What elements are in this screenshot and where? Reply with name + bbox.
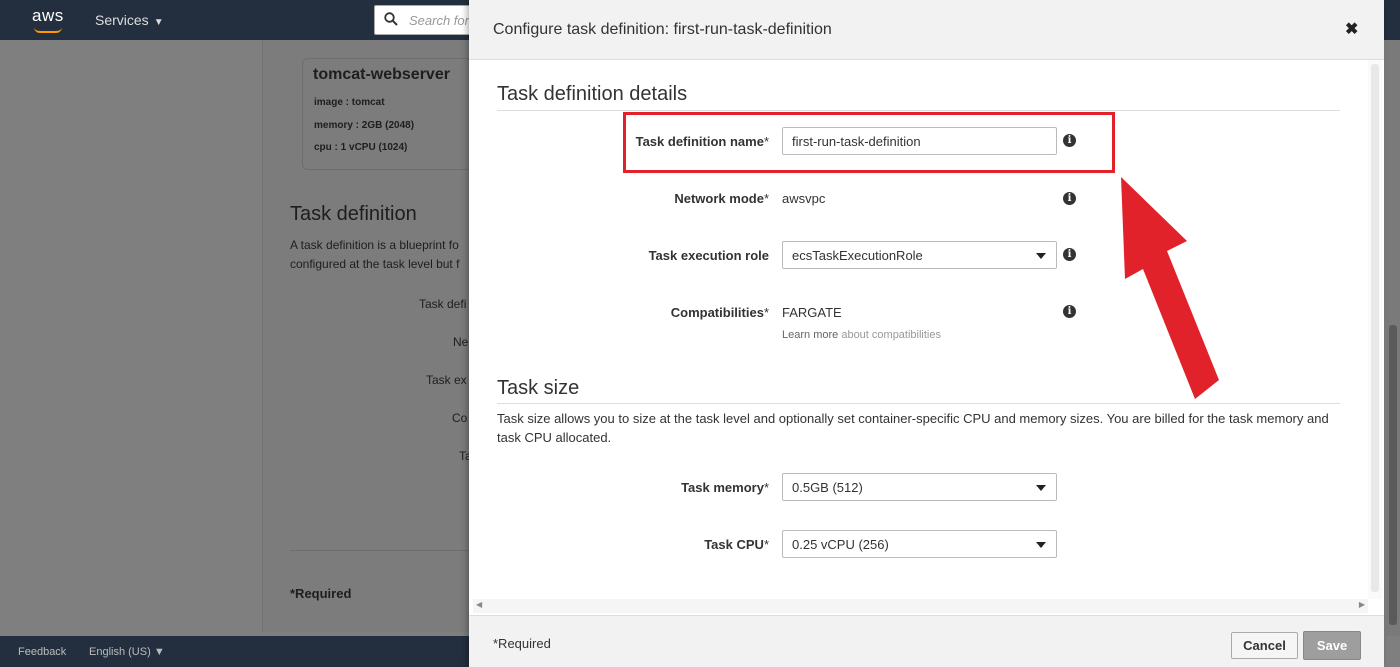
- language-label: English (US): [89, 646, 151, 658]
- dropdown-arrow-icon: [1036, 253, 1046, 259]
- select-value: ecsTaskExecutionRole: [792, 248, 923, 263]
- scrollbar-thumb[interactable]: [1389, 325, 1397, 625]
- select-value: 0.5GB (512): [792, 480, 863, 495]
- background-description-line: A task definition is a blueprint fo: [290, 238, 459, 252]
- required-asterisk: *: [763, 537, 769, 552]
- background-label: Task ex: [426, 373, 467, 387]
- annotation-highlight-box: [623, 112, 1115, 173]
- compatibilities-value: FARGATE: [782, 305, 842, 320]
- background-label: Task defi: [419, 297, 467, 311]
- info-icon[interactable]: i: [1063, 248, 1076, 261]
- close-icon[interactable]: ✖: [1345, 22, 1358, 38]
- learn-more-label: Learn more: [782, 329, 839, 341]
- save-button[interactable]: Save: [1303, 631, 1361, 660]
- background-label: Co: [452, 411, 468, 425]
- scroll-right-icon[interactable]: ▶: [1359, 600, 1365, 609]
- container-image: image : tomcat: [314, 97, 385, 108]
- modal-footer: *Required Cancel Save: [469, 615, 1384, 667]
- info-icon[interactable]: i: [1063, 305, 1076, 318]
- required-note: *Required: [493, 636, 551, 651]
- container-memory: memory : 2GB (2048): [314, 120, 415, 131]
- background-description-line: configured at the task level but f: [290, 257, 460, 271]
- section-divider: [497, 110, 1340, 111]
- language-selector[interactable]: English (US) ▼: [89, 646, 165, 658]
- background-required-note: *Required: [290, 586, 352, 601]
- size-section-title: Task size: [497, 377, 580, 399]
- modal-body: Task definition details Task definition …: [469, 60, 1384, 615]
- search-placeholder: Search for: [409, 13, 469, 28]
- network-mode-label: Network mode*: [469, 191, 769, 206]
- caret-down-icon: ▼: [153, 646, 165, 658]
- dropdown-arrow-icon: [1036, 542, 1046, 548]
- caret-down-icon: ▼: [153, 17, 164, 28]
- required-asterisk: *: [763, 191, 769, 206]
- scrollbar-thumb[interactable]: [1371, 64, 1379, 592]
- task-execution-role-select[interactable]: ecsTaskExecutionRole: [782, 241, 1057, 269]
- dropdown-arrow-icon: [1036, 485, 1046, 491]
- select-value: 0.25 vCPU (256): [792, 537, 889, 552]
- background-label: Ne: [453, 335, 469, 349]
- aws-logo-smile: [34, 27, 62, 33]
- label-text: Network mode: [674, 191, 764, 206]
- configure-task-definition-modal: Configure task definition: first-run-tas…: [469, 0, 1384, 667]
- vertical-scrollbar[interactable]: [1368, 60, 1382, 599]
- task-cpu-label: Task CPU*: [469, 537, 769, 552]
- feedback-link[interactable]: Feedback: [18, 646, 66, 658]
- required-asterisk: *: [763, 480, 769, 495]
- task-execution-role-label: Task execution role: [648, 248, 769, 263]
- modal-header: Configure task definition: first-run-tas…: [469, 0, 1384, 60]
- container-cpu: cpu : 1 vCPU (1024): [314, 142, 408, 153]
- task-size-description: Task size allows you to size at the task…: [497, 411, 1329, 445]
- page-scrollbar[interactable]: [1386, 40, 1400, 636]
- details-section-title: Task definition details: [497, 83, 688, 105]
- horizontal-scrollbar[interactable]: ◀ ▶: [473, 599, 1368, 613]
- learn-more-link[interactable]: about compatibilities: [841, 329, 941, 341]
- learn-more-text: Learn more about compatibilities: [782, 329, 941, 341]
- container-name: tomcat-webserver: [313, 66, 450, 83]
- task-memory-label: Task memory*: [469, 480, 769, 495]
- required-asterisk: *: [763, 305, 769, 320]
- search-icon: [384, 12, 398, 26]
- network-mode-value: awsvpc: [782, 191, 826, 206]
- label-text: Task CPU: [704, 537, 764, 552]
- scroll-left-icon[interactable]: ◀: [476, 600, 482, 609]
- annotation-arrow-icon: [1121, 177, 1219, 399]
- modal-title: Configure task definition: first-run-tas…: [493, 21, 832, 38]
- task-memory-select[interactable]: 0.5GB (512): [782, 473, 1057, 501]
- services-label: Services: [95, 12, 149, 28]
- background-section-title: Task definition: [290, 203, 417, 225]
- label-text: Compatibilities: [670, 305, 764, 320]
- divider: [290, 550, 480, 551]
- task-cpu-select[interactable]: 0.25 vCPU (256): [782, 530, 1057, 558]
- info-icon[interactable]: i: [1063, 192, 1076, 205]
- cancel-button[interactable]: Cancel: [1231, 632, 1298, 659]
- compatibilities-label: Compatibilities*: [469, 305, 769, 320]
- label-text: Task memory: [681, 480, 764, 495]
- aws-logo[interactable]: aws: [32, 6, 64, 26]
- console-footer: Feedback English (US) ▼: [0, 636, 470, 667]
- services-menu[interactable]: Services ▼: [95, 12, 164, 28]
